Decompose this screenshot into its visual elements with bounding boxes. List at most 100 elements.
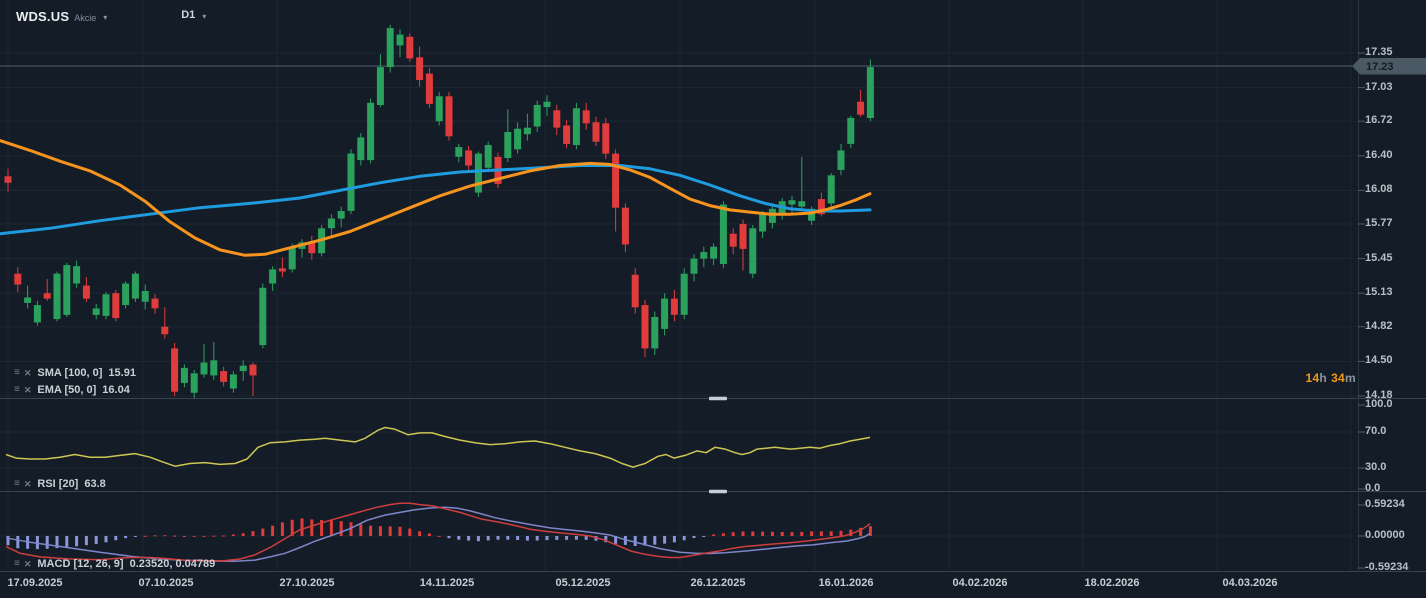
candle [455,143,463,163]
candle [670,290,678,322]
candle [572,102,580,150]
candle [210,341,218,380]
symbol-selector[interactable]: WDS.US Akcie ▾ [16,9,107,24]
indicator-settings-icon[interactable]: ≡ [14,383,20,397]
candle [817,192,825,217]
ema-indicator-legend: ≡ ✕ EMA [50, 0] 16.04 [14,383,130,397]
candle [406,33,414,62]
macd-histogram-bar [388,526,392,536]
instrument-type-label: Akcie [74,12,97,23]
price-axis-label: 16.72 [1365,114,1393,127]
candle [719,201,727,269]
candle [327,214,335,236]
macd-histogram-bar [133,536,137,537]
macd-histogram-bar [339,521,343,536]
candle [798,156,806,211]
price-axis-label: 15.45 [1365,251,1393,264]
candle-countdown-timer: 14h 34m [1305,371,1356,385]
macd-histogram-bar [173,535,177,537]
macd-histogram-bar [45,536,49,549]
chart-header: WDS.US Akcie ▾ D1 ▾ [16,9,206,24]
price-axis-label: 14.50 [1365,354,1393,367]
candle [680,268,688,320]
panel-resize-handle[interactable] [709,396,727,401]
macd-histogram-bar [584,536,588,540]
macd-histogram-bar [280,522,284,536]
macd-axis-label: -0.59234 [1365,561,1409,573]
macd-histogram-bar [329,520,333,536]
rsi-line [5,426,871,468]
date-axis-label: 16.01.2026 [818,577,874,589]
candle [582,102,590,130]
candle [514,122,522,154]
candle [112,290,120,322]
macd-histogram-bar [75,536,79,547]
macd-histogram-bar [633,536,637,546]
indicator-close-icon[interactable]: ✕ [24,383,32,397]
vertical-gridlines [7,0,1352,571]
macd-axis-label: 0.59234 [1365,498,1405,510]
candle [710,243,718,266]
candle [827,173,835,208]
macd-histogram-bar [427,533,431,536]
macd-histogram-bar [721,533,725,536]
indicator-close-icon[interactable]: ✕ [24,477,32,491]
candle [357,133,365,166]
macd-histogram-bar [741,531,745,536]
candle [631,268,639,314]
price-axis-label: 16.40 [1365,148,1393,161]
indicator-settings-icon[interactable]: ≡ [14,557,20,571]
candle [171,343,179,396]
candle [180,364,188,388]
candle [533,100,541,132]
macd-histogram-bar [182,536,186,537]
candle [122,281,130,309]
macd-histogram-bar [16,536,20,549]
macd-histogram-bar [65,536,69,548]
macd-histogram-bar [712,534,716,536]
ema-value: 16.04 [102,384,130,396]
candle [33,300,41,326]
candle [612,149,620,232]
candle [376,54,384,108]
candle [386,24,394,73]
date-axis-label: 26.12.2025 [690,577,746,589]
rsi-label: RSI [20] [37,478,79,490]
panel-resize-handle[interactable] [709,489,727,494]
indicator-settings-icon[interactable]: ≡ [14,477,20,491]
macd-histogram-bar [378,526,382,536]
date-axis-label: 14.11.2025 [419,577,475,589]
macd-histogram-bar [124,536,128,539]
date-axis-label: 27.10.2025 [279,577,335,589]
macd-histogram-bar [457,536,461,540]
macd-histogram-bar [202,535,206,537]
candle [259,283,267,349]
date-axis-label: 18.02.2026 [1084,577,1140,589]
candle [641,299,649,357]
macd-histogram-bar [153,535,157,537]
macd-histogram-bar [251,531,255,536]
indicator-settings-icon[interactable]: ≡ [14,366,20,380]
candle [563,120,571,149]
macd-histogram-bar [241,533,245,536]
symbol-name: WDS.US [16,9,70,24]
candle [161,307,169,339]
macd-histogram-bar [545,536,549,541]
macd-histogram-bar [780,532,784,536]
candle [602,117,610,159]
rsi-axis-label: 100.0 [1365,398,1393,410]
indicator-close-icon[interactable]: ✕ [24,557,32,571]
indicator-close-icon[interactable]: ✕ [24,366,32,380]
macd-histogram-bar [84,536,88,546]
price-axis-label: 15.77 [1365,216,1393,229]
macd-histogram-bar [163,535,167,537]
macd-histogram-bar [496,536,500,540]
macd-histogram-bar [751,531,755,536]
candle [190,370,198,400]
timeframe-selector[interactable]: D1 ▾ [181,9,206,21]
chart-canvas[interactable]: 17.23 [0,0,1426,598]
macd-histogram-bar [790,532,794,536]
chevron-down-icon: ▾ [103,13,108,22]
macd-histogram-bar [653,536,657,545]
macd-histogram-bar [819,531,823,536]
